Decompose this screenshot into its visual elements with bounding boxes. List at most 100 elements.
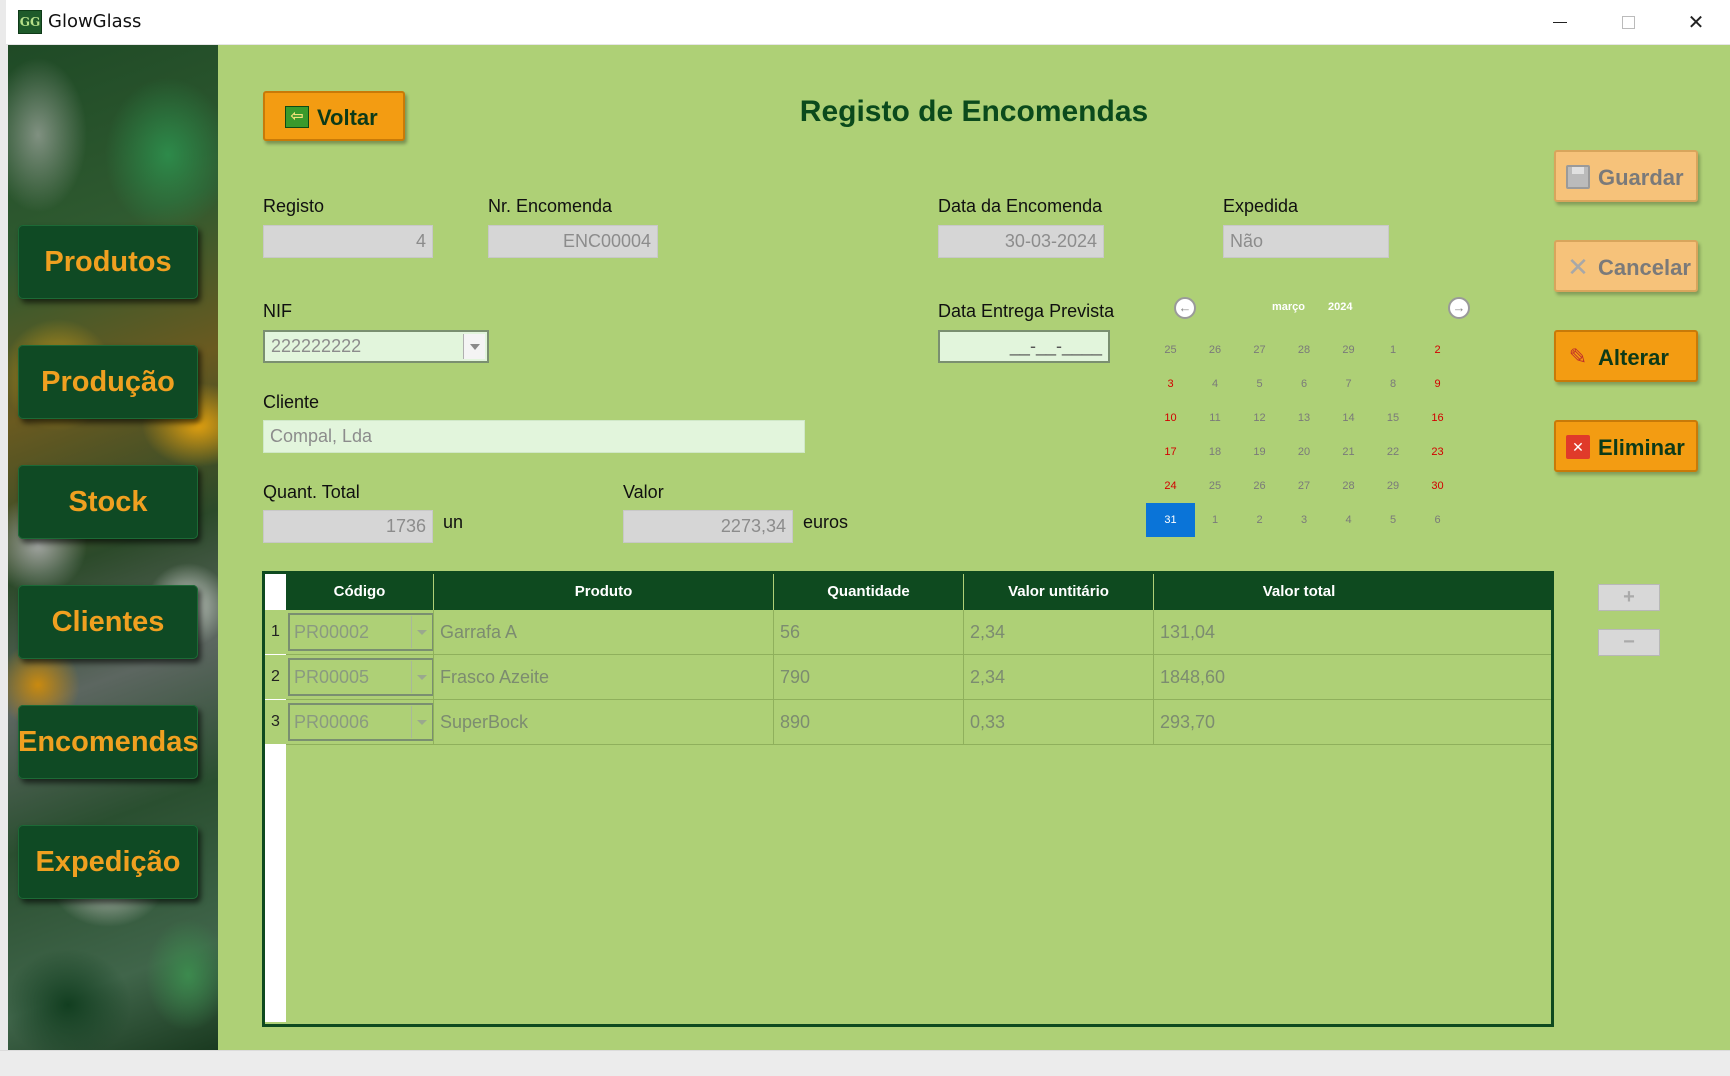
calendar-day[interactable]: 5 [1369, 503, 1418, 537]
calendar-day[interactable]: 25 [1191, 469, 1240, 503]
quantidade-cell[interactable]: 790 [774, 655, 964, 699]
calendar-day[interactable]: 28 [1280, 333, 1329, 367]
calendar-day[interactable]: 25 [1146, 333, 1195, 367]
maximize-button[interactable] [1594, 0, 1662, 45]
sidebar-item-producao[interactable]: Produção [18, 345, 198, 419]
produto-cell[interactable]: Garrafa A [434, 610, 774, 654]
calendar-day[interactable]: 3 [1146, 367, 1195, 401]
calendar-day[interactable]: 16 [1413, 401, 1462, 435]
calendar-month[interactable]: março [1272, 301, 1305, 313]
valor-unitario-cell[interactable]: 0,33 [964, 700, 1154, 744]
chevron-down-icon[interactable] [411, 706, 431, 738]
valor-total-cell[interactable]: 293,70 [1154, 700, 1551, 744]
calendar-day[interactable]: 1 [1369, 333, 1418, 367]
sidebar-item-produtos[interactable]: Produtos [18, 225, 198, 299]
calendar-day[interactable]: 9 [1413, 367, 1462, 401]
row-number[interactable]: 3 [265, 700, 286, 744]
column-header-valor-total[interactable]: Valor total [1154, 574, 1444, 610]
calendar-day[interactable]: 12 [1235, 401, 1284, 435]
codigo-combobox[interactable]: PR00002 [288, 613, 433, 651]
guardar-button[interactable]: Guardar [1554, 150, 1698, 202]
calendar-day[interactable]: 14 [1324, 401, 1373, 435]
alterar-button[interactable]: ✎ Alterar [1554, 330, 1698, 382]
row-number[interactable]: 1 [265, 610, 286, 654]
valor-unitario-cell[interactable]: 2,34 [964, 655, 1154, 699]
column-header-codigo[interactable]: Código [286, 574, 434, 610]
column-header-produto[interactable]: Produto [434, 574, 774, 610]
calendar-day[interactable]: 26 [1235, 469, 1284, 503]
calendar-day[interactable]: 5 [1235, 367, 1284, 401]
add-row-button[interactable]: + [1598, 584, 1660, 611]
codigo-cell[interactable]: PR00005 [286, 655, 434, 699]
valor-field[interactable]: 2273,34 [623, 510, 793, 543]
minimize-button[interactable] [1526, 0, 1594, 45]
expedida-field[interactable]: Não [1223, 225, 1389, 258]
produto-cell[interactable]: SuperBock [434, 700, 774, 744]
calendar-day[interactable]: 23 [1413, 435, 1462, 469]
calendar-day[interactable]: 21 [1324, 435, 1373, 469]
sidebar-item-stock[interactable]: Stock [18, 465, 198, 539]
calendar-day[interactable]: 2 [1235, 503, 1284, 537]
calendar-day[interactable]: 15 [1369, 401, 1418, 435]
calendar-day[interactable]: 4 [1324, 503, 1373, 537]
table-row[interactable]: PR00002 Garrafa A 56 2,34 131,04 [286, 610, 1551, 655]
codigo-cell[interactable]: PR00002 [286, 610, 434, 654]
registo-field[interactable]: 4 [263, 225, 433, 258]
calendar-day[interactable]: 19 [1235, 435, 1284, 469]
codigo-combobox[interactable]: PR00005 [288, 658, 433, 696]
table-row[interactable]: PR00006 SuperBock 890 0,33 293,70 [286, 700, 1551, 745]
calendar-day[interactable]: 22 [1369, 435, 1418, 469]
nif-combobox[interactable]: 222222222 [263, 330, 489, 363]
produto-cell[interactable]: Frasco Azeite [434, 655, 774, 699]
sidebar-item-clientes[interactable]: Clientes [18, 585, 198, 659]
calendar-day[interactable]: 8 [1369, 367, 1418, 401]
calendar-day[interactable]: 18 [1191, 435, 1240, 469]
column-header-quantidade[interactable]: Quantidade [774, 574, 964, 610]
codigo-cell[interactable]: PR00006 [286, 700, 434, 744]
calendar-day[interactable]: 10 [1146, 401, 1195, 435]
calendar-day[interactable]: 1 [1191, 503, 1240, 537]
table-row[interactable]: PR00005 Frasco Azeite 790 2,34 1848,60 [286, 655, 1551, 700]
calendar-day[interactable]: 6 [1280, 367, 1329, 401]
calendar-day[interactable]: 6 [1413, 503, 1462, 537]
calendar-day-selected[interactable]: 31 [1146, 503, 1195, 537]
column-header-valor-unitario[interactable]: Valor untitário [964, 574, 1154, 610]
chevron-down-icon[interactable] [411, 661, 431, 693]
quantidade-cell[interactable]: 890 [774, 700, 964, 744]
chevron-down-icon[interactable] [463, 334, 485, 359]
calendar-day[interactable]: 29 [1324, 333, 1373, 367]
chevron-down-icon[interactable] [411, 616, 431, 648]
cliente-field[interactable]: Compal, Lda [263, 420, 805, 453]
calendar-prev-icon[interactable]: ← [1174, 297, 1196, 319]
nr-encomenda-field[interactable]: ENC00004 [488, 225, 658, 258]
calendar-year[interactable]: 2024 [1328, 301, 1352, 313]
quantidade-cell[interactable]: 56 [774, 610, 964, 654]
data-encomenda-field[interactable]: 30-03-2024 [938, 225, 1104, 258]
calendar-day[interactable]: 7 [1324, 367, 1373, 401]
calendar-day[interactable]: 13 [1280, 401, 1329, 435]
data-entrega-field[interactable]: __-__-____ [938, 330, 1110, 363]
calendar-day[interactable]: 27 [1235, 333, 1284, 367]
remove-row-button[interactable]: − [1598, 629, 1660, 656]
calendar-day[interactable]: 17 [1146, 435, 1195, 469]
valor-total-cell[interactable]: 131,04 [1154, 610, 1551, 654]
valor-unitario-cell[interactable]: 2,34 [964, 610, 1154, 654]
calendar-day[interactable]: 29 [1369, 469, 1418, 503]
calendar-day[interactable]: 20 [1280, 435, 1329, 469]
calendar-next-icon[interactable]: → [1448, 297, 1470, 319]
eliminar-button[interactable]: ✕ Eliminar [1554, 420, 1698, 472]
valor-total-cell[interactable]: 1848,60 [1154, 655, 1551, 699]
quant-total-field[interactable]: 1736 [263, 510, 433, 543]
row-number[interactable]: 2 [265, 655, 286, 699]
cancelar-button[interactable]: ✕ Cancelar [1554, 240, 1698, 292]
sidebar-item-expedicao[interactable]: Expedição [18, 825, 198, 899]
sidebar-item-encomendas[interactable]: Encomendas [18, 705, 199, 779]
close-button[interactable]: ✕ [1662, 0, 1730, 45]
calendar-day[interactable]: 24 [1146, 469, 1195, 503]
calendar-day[interactable]: 28 [1324, 469, 1373, 503]
calendar-day[interactable]: 27 [1280, 469, 1329, 503]
calendar-day[interactable]: 11 [1191, 401, 1240, 435]
calendar-day[interactable]: 3 [1280, 503, 1329, 537]
calendar-day[interactable]: 4 [1191, 367, 1240, 401]
calendar-day[interactable]: 26 [1191, 333, 1240, 367]
